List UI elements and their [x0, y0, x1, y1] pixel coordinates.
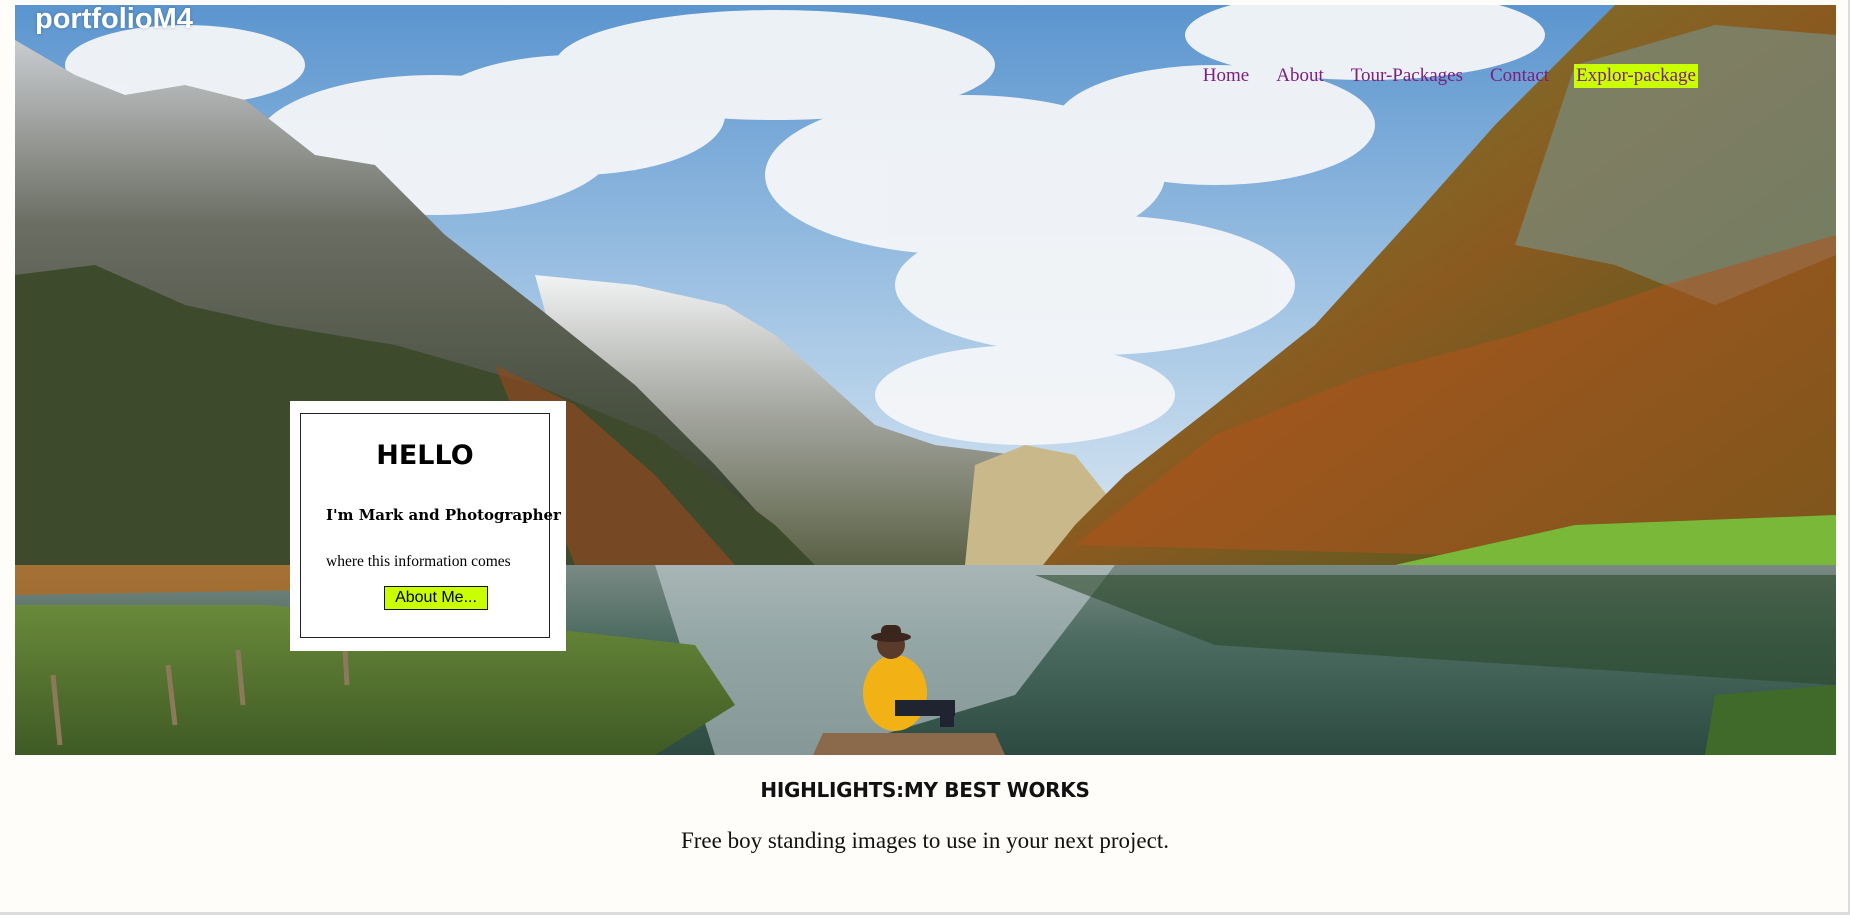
nav-explor-package[interactable]: Explor-package [1574, 64, 1698, 88]
hello-subtitle: I'm Mark and Photographer [326, 506, 561, 524]
hello-card: HELLO I'm Mark and Photographer where th… [290, 401, 566, 651]
nav-contact[interactable]: Contact [1488, 64, 1551, 88]
about-me-button[interactable]: About Me... [384, 586, 488, 610]
nav-home[interactable]: Home [1201, 64, 1251, 88]
main-nav: Home About Tour-Packages Contact Explor-… [1201, 64, 1698, 88]
hello-info: where this information comes [326, 553, 511, 570]
highlights-heading: HIGHLIGHTS:MY BEST WORKS [760, 778, 1090, 802]
page: portfolioM4 Home About Tour-Packages Con… [0, 0, 1850, 915]
nav-tour-packages[interactable]: Tour-Packages [1349, 64, 1465, 88]
highlights-tagline: Free boy standing images to use in your … [680, 828, 1169, 853]
nav-about[interactable]: About [1274, 64, 1326, 88]
hello-title: HELLO [376, 440, 474, 471]
hero-image [15, 5, 1836, 755]
hello-card-frame: HELLO I'm Mark and Photographer where th… [300, 413, 561, 638]
brand-logo[interactable]: portfolioM4 [35, 3, 193, 36]
mountain-lake-photo [15, 5, 1836, 755]
